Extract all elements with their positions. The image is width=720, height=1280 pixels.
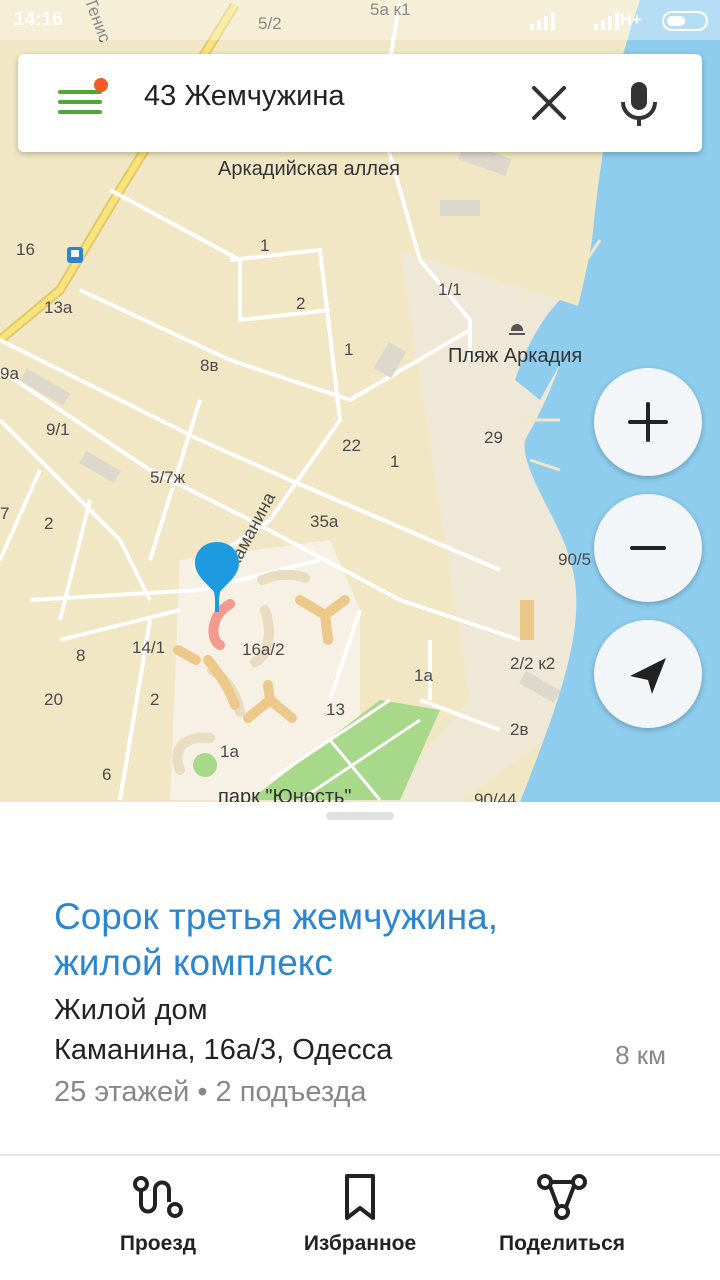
route-label: Проезд	[119, 1232, 197, 1255]
map-label: 9а	[0, 364, 19, 383]
route-button[interactable]: Проезд	[68, 1172, 248, 1272]
place-address: Каманина, 16а/3, Одесса	[54, 1034, 393, 1066]
map-label: 90/44	[474, 790, 517, 802]
search-bar[interactable]: 43 Жемчужина	[18, 54, 702, 152]
share-button[interactable]: Поделиться	[472, 1172, 652, 1272]
place-category: Жилой дом	[54, 994, 208, 1026]
microphone-icon	[621, 82, 657, 126]
map-label: 35а	[310, 512, 339, 531]
place-title: Сорок третья жемчужина, жилой комплекс	[54, 896, 498, 983]
map-label: 2в	[510, 720, 529, 739]
map-label-street: Аркадийская аллея	[218, 158, 400, 180]
map-label: 1	[390, 452, 400, 471]
map-label-beach: Пляж Аркадия	[448, 345, 583, 367]
map-label: 8	[76, 646, 86, 665]
share-label: Поделиться	[498, 1232, 626, 1255]
place-details: 25 этажей • 2 подъезда	[54, 1076, 367, 1108]
map-label: 9/1	[46, 420, 70, 439]
notification-dot	[94, 78, 108, 92]
plus-icon	[628, 402, 668, 442]
voice-search-button[interactable]	[614, 76, 664, 130]
status-bar: 14:16 H+	[0, 0, 720, 40]
status-time: 14:16	[14, 9, 63, 30]
map-label: 2	[44, 514, 54, 533]
zoom-in-button[interactable]	[594, 368, 702, 476]
battery-icon	[662, 11, 708, 31]
map-label: 29	[484, 428, 503, 447]
map-label-park: парк "Юность"	[218, 786, 352, 802]
beach-icon[interactable]	[506, 320, 528, 336]
menu-icon-line	[58, 110, 102, 114]
map-label: 13а	[44, 298, 73, 317]
route-icon	[133, 1176, 183, 1218]
place-card[interactable]: Сорок третья жемчужина, жилой комплекс Ж…	[0, 802, 720, 1280]
divider	[0, 1154, 720, 1156]
zoom-out-button[interactable]	[594, 494, 702, 602]
map-label: 16	[16, 240, 35, 259]
sheet-handle[interactable]	[326, 812, 394, 820]
map-label: 1	[344, 340, 354, 359]
map-view[interactable]: 5/2 5а к1 Аркадийская аллея 16 1 2 13а 1…	[0, 0, 720, 802]
signal-icon	[530, 12, 555, 30]
search-input[interactable]: 43 Жемчужина	[144, 80, 344, 113]
map-label: 90/5	[558, 550, 592, 569]
map-label: 1	[260, 236, 270, 255]
share-icon	[537, 1174, 587, 1220]
map-label: 6	[102, 765, 112, 784]
map-label: 20	[44, 690, 63, 709]
map-label: 1/1	[438, 280, 462, 299]
menu-icon	[58, 90, 102, 94]
map-label: 7	[0, 504, 10, 523]
map-label: 5/7ж	[150, 468, 186, 487]
map-label: 2/2 к2	[510, 654, 556, 673]
location-pin-icon[interactable]	[192, 540, 242, 614]
menu-icon-line	[58, 100, 102, 104]
map-label: 13	[326, 700, 345, 719]
menu-button[interactable]	[56, 78, 108, 126]
location-arrow-icon	[630, 658, 666, 694]
map-label: 16а/2	[242, 640, 285, 659]
favorites-button[interactable]: Избранное	[270, 1172, 450, 1272]
map-label: 1а	[414, 666, 433, 685]
minus-icon	[630, 546, 666, 550]
bookmark-icon	[345, 1174, 375, 1220]
my-location-button[interactable]	[594, 620, 702, 728]
clear-search-button[interactable]	[526, 80, 572, 126]
map-label: 2	[296, 294, 306, 313]
map-label: 2	[150, 690, 160, 709]
map-label: 14/1	[132, 638, 166, 657]
map-label: 1а	[220, 742, 239, 761]
map-label: 22	[342, 436, 361, 455]
signal-icon-2	[594, 12, 619, 30]
place-distance: 8 км	[615, 1040, 666, 1070]
close-icon	[532, 86, 566, 120]
map-label: 8в	[200, 356, 219, 375]
bus-stop-icon[interactable]	[66, 246, 84, 264]
favorites-label: Избранное	[303, 1232, 417, 1255]
